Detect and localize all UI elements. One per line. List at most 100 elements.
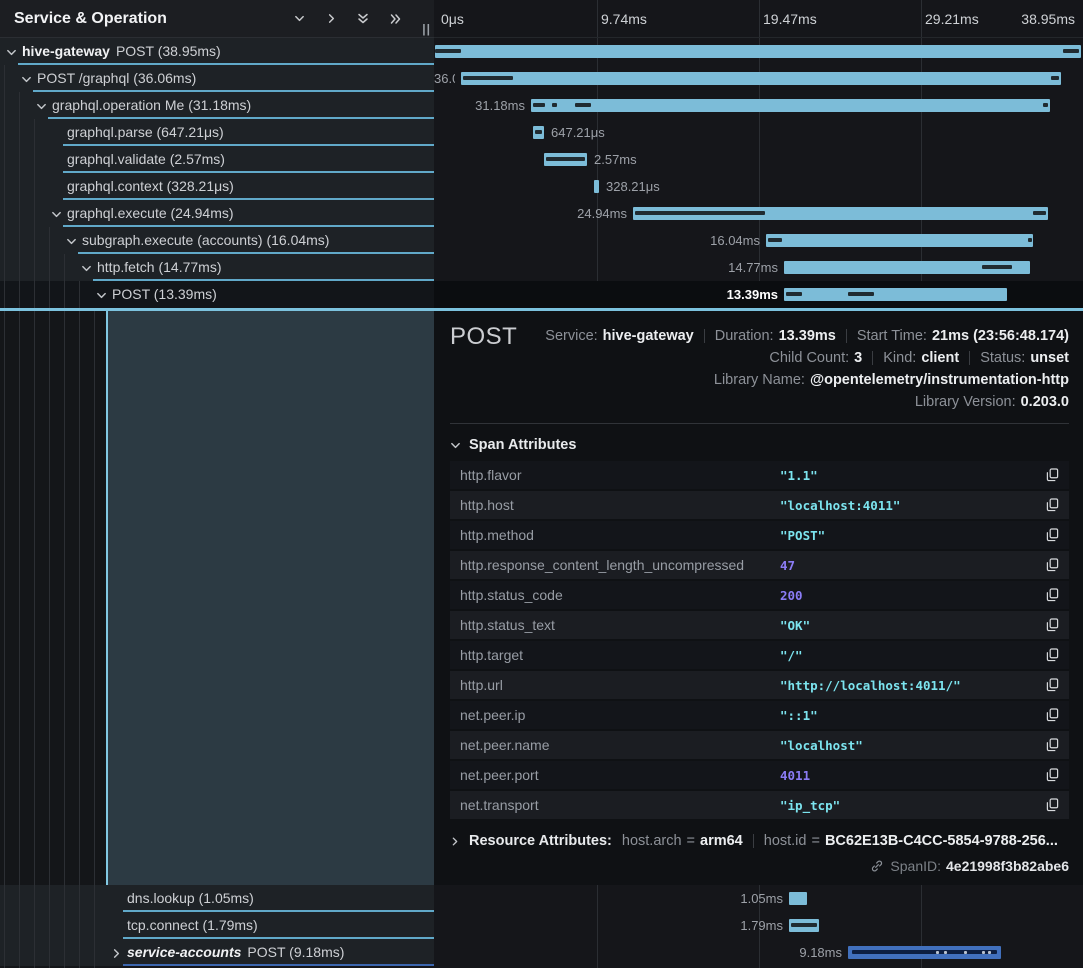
span-bar-row[interactable]: 13.39ms [434,281,1083,308]
column-resizer-handle[interactable]: || [422,22,431,36]
span-bar[interactable] [848,946,1001,959]
chevron-down-icon[interactable] [51,207,63,219]
span-bar[interactable] [435,45,1081,58]
chevron-right-icon[interactable] [318,8,344,30]
copy-icon[interactable] [1041,708,1059,722]
span-duration-label: 16.04ms [434,233,760,248]
span-bar[interactable] [544,153,587,166]
indent-guide [19,311,20,968]
span-tree-row[interactable]: POST (13.39ms) [0,281,434,308]
indent-guide [94,912,95,939]
span-tree-row[interactable]: http.fetch (14.77ms) [0,254,434,281]
child-span-dot [944,951,947,954]
span-bar-row[interactable]: 31.18ms [434,92,1083,119]
link-icon[interactable] [870,859,884,873]
indent-guide [79,939,80,966]
attribute-key: http.flavor [460,467,780,483]
span-bar[interactable] [531,99,1050,112]
attribute-row: http.flavor"1.1" [450,461,1069,489]
copy-icon[interactable] [1041,768,1059,782]
span-bar[interactable] [461,72,1061,85]
copy-icon[interactable] [1041,648,1059,662]
copy-icon[interactable] [1041,498,1059,512]
span-bar[interactable] [789,919,819,932]
span-bar[interactable] [784,288,1007,301]
span-bar-row[interactable]: 2.57ms [434,146,1083,173]
attribute-key: http.target [460,647,780,663]
span-tree-row[interactable]: dns.lookup (1.05ms) [0,885,434,912]
span-bar[interactable] [766,234,1033,247]
span-row-label: graphql.validate (2.57ms) [67,151,225,167]
chevron-right-icon[interactable] [450,836,460,847]
span-bar-row[interactable]: 9.18ms [434,939,1083,966]
double-chevron-down-icon[interactable] [350,8,376,30]
span-tree-row[interactable]: graphql.context (328.21μs) [0,173,434,200]
span-attributes-header[interactable]: Span Attributes [450,437,1069,453]
chevron-down-icon[interactable] [66,234,78,246]
copy-icon[interactable] [1041,798,1059,812]
child-span-marker [982,265,1012,269]
span-bar-row[interactable]: 1.05ms [434,885,1083,912]
span-bar-row[interactable]: 24.94ms [434,200,1083,227]
copy-icon[interactable] [1041,678,1059,692]
span-duration-label: 1.79ms [434,918,783,933]
meta-separator [969,351,970,365]
chevron-down-icon[interactable] [81,261,93,273]
copy-icon[interactable] [1041,558,1059,572]
chevron-down-icon[interactable] [36,99,48,111]
span-bar-row[interactable]: 16.04ms [434,227,1083,254]
child-span-dot [982,951,985,954]
span-duration-label: 31.18ms [434,98,525,113]
span-bar[interactable] [533,126,544,139]
indent-guide [94,939,95,966]
indent-guide [34,939,35,966]
span-tree-row[interactable]: graphql.execute (24.94ms) [0,200,434,227]
resource-attributes-row[interactable]: Resource Attributes: host.arch=arm64host… [450,833,1069,849]
copy-icon[interactable] [1041,588,1059,602]
span-bar[interactable] [594,180,599,193]
meta-item: Library Name:@opentelemetry/instrumentat… [714,372,1069,388]
chevron-right-icon[interactable] [111,946,123,958]
span-tree-row[interactable]: subgraph.execute (accounts) (16.04ms) [0,227,434,254]
copy-icon[interactable] [1041,528,1059,542]
span-bar[interactable] [789,892,807,905]
copy-icon[interactable] [1041,738,1059,752]
span-bar-row[interactable] [434,38,1083,65]
span-tree-row[interactable]: graphql.parse (647.21μs) [0,119,434,146]
detail-divider [450,423,1069,424]
operation-name: graphql.validate (2.57ms) [67,151,225,167]
attribute-value: "http://localhost:4011/" [780,678,1041,693]
span-bar[interactable] [784,261,1030,274]
span-meta-line: Library Name:@opentelemetry/instrumentat… [450,369,1069,391]
span-duration-label: 1.05ms [434,891,783,906]
span-tree-row[interactable]: graphql.operation Me (31.18ms) [0,92,434,119]
span-bar-row[interactable]: 647.21μs [434,119,1083,146]
attribute-value: 47 [780,558,1041,573]
span-tree-row[interactable]: hive-gatewayPOST (38.95ms) [0,38,434,65]
attribute-row: http.response_content_length_uncompresse… [450,551,1069,579]
span-bar[interactable] [633,207,1048,220]
chevron-down-icon[interactable] [450,440,461,451]
copy-icon[interactable] [1041,468,1059,482]
span-bar-row[interactable]: 14.77ms [434,254,1083,281]
span-tree-row[interactable]: graphql.validate (2.57ms) [0,146,434,173]
indent-guide [34,885,35,912]
span-tree-row[interactable]: service-accountsPOST (9.18ms) [0,939,434,966]
span-tree-row[interactable]: tcp.connect (1.79ms) [0,912,434,939]
indent-guide [4,119,5,146]
chevron-down-icon[interactable] [286,8,312,30]
span-bar-row[interactable]: 1.79ms [434,912,1083,939]
meta-item: Status:unset [980,350,1069,366]
span-row-label: POST /graphql (36.06ms) [37,70,196,86]
chevron-down-icon[interactable] [96,288,108,300]
chevron-down-icon[interactable] [6,45,18,57]
chevron-down-icon[interactable] [21,72,33,84]
span-bar-row[interactable]: 328.21μs [434,173,1083,200]
span-bar-row[interactable]: 36.06ms [434,65,1083,92]
copy-icon[interactable] [1041,618,1059,632]
child-span-marker [786,292,802,296]
double-chevron-right-icon[interactable] [382,8,408,30]
attribute-key: http.response_content_length_uncompresse… [460,557,780,573]
span-row-label: graphql.execute (24.94ms) [67,205,234,221]
span-tree-row[interactable]: POST /graphql (36.06ms) [0,65,434,92]
